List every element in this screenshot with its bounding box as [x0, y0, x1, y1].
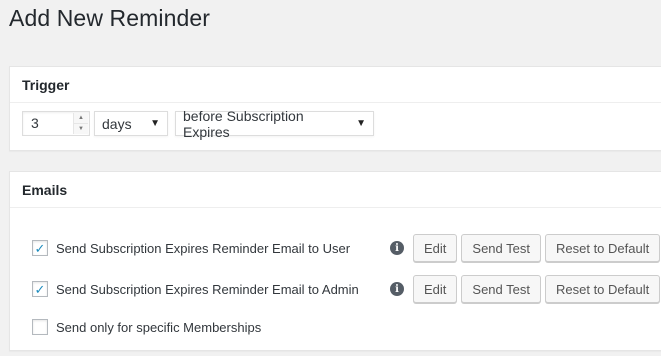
- info-circle-icon[interactable]: i: [390, 282, 404, 296]
- when-select[interactable]: before Subscription Expires ▼: [175, 108, 374, 140]
- number-spinner[interactable]: ▲ ▼: [73, 113, 88, 134]
- user-email-checkbox[interactable]: ✓: [32, 240, 48, 256]
- edit-user-email-button[interactable]: Edit: [413, 234, 458, 262]
- admin-email-checkbox[interactable]: ✓: [32, 281, 48, 297]
- admin-email-label: Send Subscription Expires Reminder Email…: [56, 281, 359, 297]
- email-row-user: ✓ Send Subscription Expires Reminder Ema…: [32, 234, 661, 262]
- checkmark-icon: ✓: [34, 281, 46, 297]
- caret-down-icon: ▼: [150, 118, 160, 129]
- info-circle-icon[interactable]: i: [390, 241, 404, 255]
- days-amount-value: 3: [31, 115, 39, 131]
- user-email-label: Send Subscription Expires Reminder Email…: [56, 240, 351, 256]
- emails-panel: Emails ✓ Send Subscription Expires Remin…: [9, 171, 661, 351]
- send-test-user-email-button[interactable]: Send Test: [461, 234, 541, 262]
- admin-email-actions: i Edit Send Test Reset to Default: [390, 275, 661, 303]
- trigger-panel: Trigger 3 ▲ ▼ days ▼ before Subscription…: [9, 66, 661, 151]
- trigger-row: 3 ▲ ▼ days ▼ before Subscription Expires…: [22, 108, 374, 140]
- caret-down-icon: ▼: [356, 118, 366, 129]
- trigger-heading: Trigger: [10, 67, 661, 103]
- days-amount-input[interactable]: 3 ▲ ▼: [22, 111, 90, 136]
- when-select-value: before Subscription Expires: [183, 107, 304, 140]
- reset-admin-email-button[interactable]: Reset to Default: [545, 275, 661, 303]
- user-email-actions: i Edit Send Test Reset to Default: [390, 234, 661, 262]
- email-row-admin: ✓ Send Subscription Expires Reminder Ema…: [32, 275, 661, 303]
- emails-heading: Emails: [10, 172, 661, 208]
- reset-user-email-button[interactable]: Reset to Default: [545, 234, 661, 262]
- send-test-admin-email-button[interactable]: Send Test: [461, 275, 541, 303]
- unit-select[interactable]: days ▼: [94, 111, 168, 136]
- page-title: Add New Reminder: [9, 5, 211, 31]
- email-row-memberships: Send only for specific Memberships: [32, 313, 661, 341]
- spinner-up-icon[interactable]: ▲: [74, 113, 88, 123]
- specific-memberships-label: Send only for specific Memberships: [56, 319, 262, 335]
- checkmark-icon: ✓: [34, 240, 46, 256]
- edit-admin-email-button[interactable]: Edit: [413, 275, 458, 303]
- unit-select-value: days: [102, 115, 132, 132]
- spinner-down-icon[interactable]: ▼: [74, 123, 88, 134]
- specific-memberships-checkbox[interactable]: [32, 319, 48, 335]
